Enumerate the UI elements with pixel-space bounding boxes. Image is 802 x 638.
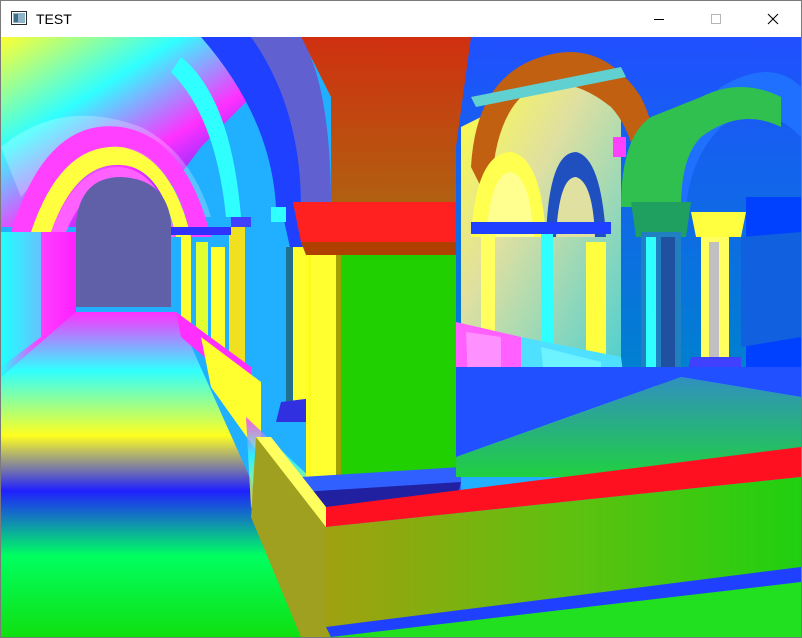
maximize-button[interactable] — [693, 1, 739, 37]
close-button[interactable] — [750, 1, 796, 37]
rendered-scene — [1, 37, 801, 637]
window-title: TEST — [36, 11, 72, 27]
render-viewport[interactable] — [1, 37, 801, 637]
window-app-icon[interactable] — [11, 11, 27, 25]
minimize-button[interactable] — [636, 1, 682, 37]
app-window: TEST — [0, 0, 802, 638]
minimize-icon — [654, 19, 664, 20]
maximize-icon — [711, 14, 721, 24]
title-bar[interactable]: TEST — [1, 1, 801, 37]
close-icon — [767, 13, 779, 25]
